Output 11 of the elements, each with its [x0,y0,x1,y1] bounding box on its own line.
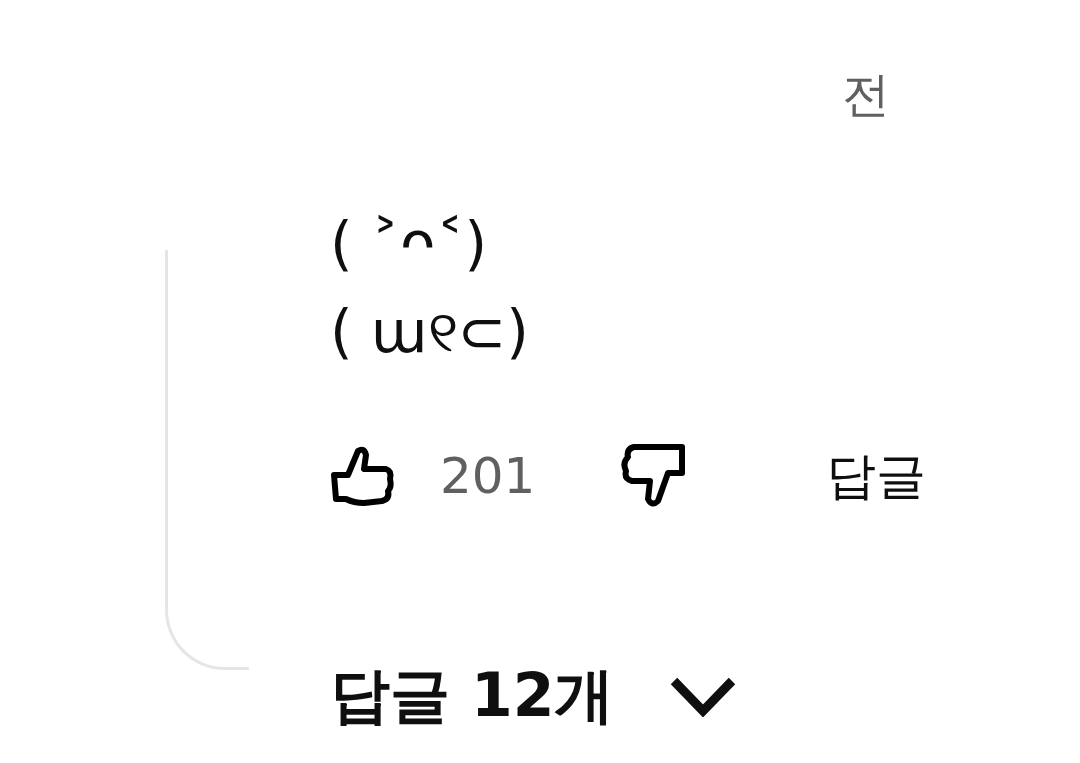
thumbs-up-icon [330,445,396,507]
replies-toggle[interactable]: 답글 12개 [330,656,737,737]
dislike-button[interactable] [620,443,686,509]
comment-text: ( ˃ᴖ˂) [330,209,489,280]
comment-timestamp: 전 [842,70,890,124]
thumbs-down-icon [620,443,686,509]
chevron-down-icon [670,676,737,717]
reply-button[interactable]: 답글 [826,442,926,510]
comment-text: ( ա୧⊂) [330,297,530,368]
like-count: 201 [440,447,537,505]
like-button[interactable] [330,445,396,507]
